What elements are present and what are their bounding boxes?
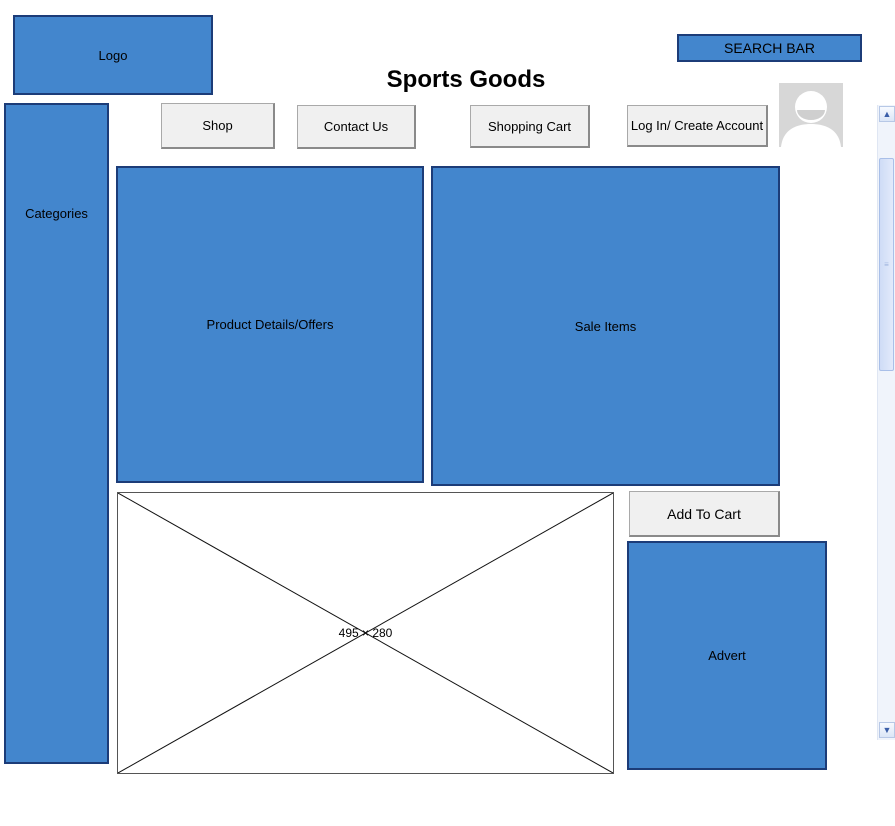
chevron-down-icon[interactable]: ▼ (879, 722, 895, 738)
shop-button-label: Shop (202, 118, 233, 133)
login-create-account-button[interactable]: Log In/ Create Account (627, 105, 768, 147)
logo[interactable]: Logo (13, 15, 213, 95)
categories-sidebar[interactable]: Categories (4, 103, 109, 764)
shopping-cart-button-label: Shopping Cart (487, 118, 572, 134)
shopping-cart-button[interactable]: Shopping Cart (470, 105, 590, 148)
logo-label: Logo (98, 47, 128, 63)
chevron-up-icon[interactable]: ▲ (879, 106, 895, 122)
scrollbar-thumb[interactable]: ≡ (879, 158, 894, 371)
user-avatar-icon[interactable] (779, 83, 843, 147)
login-button-label: Log In/ Create Account (630, 118, 764, 133)
shop-button[interactable]: Shop (161, 103, 275, 149)
product-details-panel[interactable]: Product Details/Offers (116, 166, 424, 483)
product-details-label: Product Details/Offers (206, 317, 334, 332)
avatar-silhouette (781, 91, 841, 147)
image-placeholder: 495 × 280 (117, 492, 614, 774)
add-to-cart-button[interactable]: Add To Cart (629, 491, 780, 537)
search-bar-label: SEARCH BAR (723, 40, 816, 56)
sale-items-label: Sale Items (574, 318, 637, 334)
advert-panel[interactable]: Advert (627, 541, 827, 770)
categories-label: Categories (25, 206, 88, 221)
contact-us-button[interactable]: Contact Us (297, 105, 416, 149)
search-bar[interactable]: SEARCH BAR (677, 34, 862, 62)
image-placeholder-label: 495 × 280 (338, 626, 393, 640)
sale-items-panel[interactable]: Sale Items (431, 166, 780, 486)
page-title: Sports Goods (386, 66, 546, 93)
vertical-scrollbar[interactable]: ▲ ≡ ▼ (877, 105, 895, 740)
contact-us-button-label: Contact Us (323, 119, 389, 134)
advert-label: Advert (708, 648, 746, 663)
add-to-cart-label: Add To Cart (667, 505, 741, 522)
